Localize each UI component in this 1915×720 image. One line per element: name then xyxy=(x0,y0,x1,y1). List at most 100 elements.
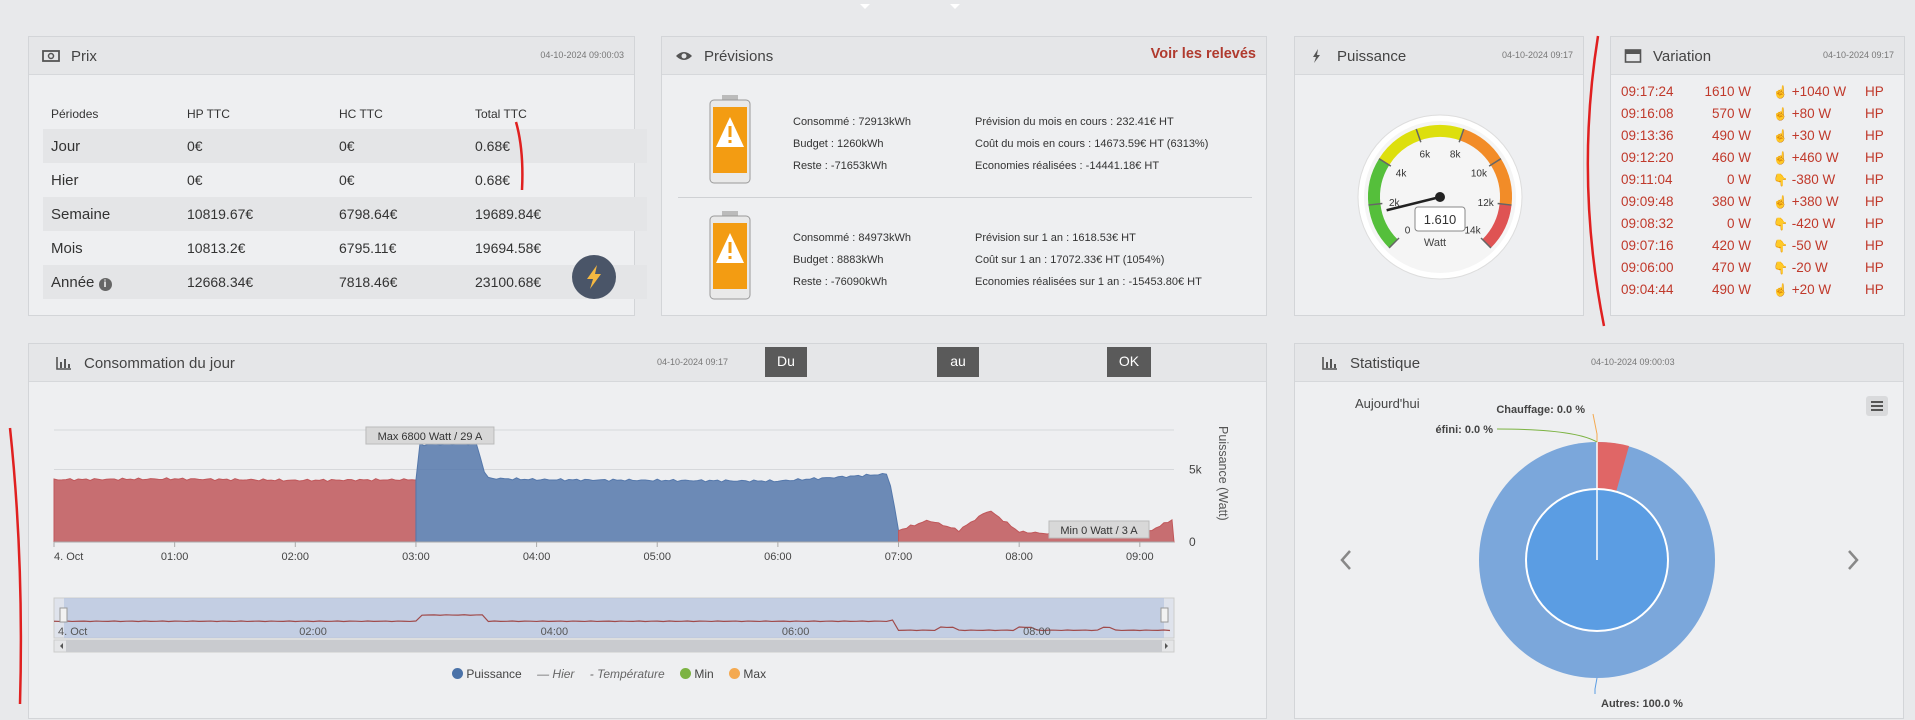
delta-value: +20 W xyxy=(1791,281,1832,297)
variation-power: 490 W xyxy=(1711,127,1751,143)
prix-panel: Prix 04-10-2024 09:00:03 Périodes HP TTC… xyxy=(28,36,647,316)
hc-cell: 6795.11€ xyxy=(339,240,397,256)
navigator-tick-label: 08:00 xyxy=(1023,626,1051,638)
eye-icon xyxy=(676,52,692,60)
delta-value: +80 W xyxy=(1791,105,1832,121)
prix-table: Périodes HP TTC HC TTC Total TTC Jour 0€ 0… xyxy=(43,99,647,299)
x-tick-label: 06:00 xyxy=(764,551,792,563)
legend-puissance[interactable]: Puissance xyxy=(452,667,522,681)
ok-button[interactable]: OK xyxy=(1107,347,1151,377)
gauge-value: 1.610 xyxy=(1424,212,1457,227)
collapse-arrow-icon[interactable] xyxy=(860,4,870,9)
variation-power: 1610 W xyxy=(1704,83,1751,99)
x-tick-label: 01:00 xyxy=(161,551,189,563)
hand-up-icon: ☝ xyxy=(1773,194,1788,209)
period-cell: Semaine xyxy=(51,205,111,223)
period-cell-annee: Année i xyxy=(43,265,179,299)
lightning-icon xyxy=(587,265,601,289)
variation-time: 09:13:36 xyxy=(1621,127,1674,143)
navigator-handle-left xyxy=(59,607,68,623)
legend-label: Puissance xyxy=(466,667,522,681)
variation-table: 09:17:24 1610 W ☝ +1040 W HP 09:16:08 570 W ☝ … xyxy=(1621,80,1884,300)
variation-delta: 👇 -20 W xyxy=(1773,256,1865,278)
hand-up-icon: ☝ xyxy=(1773,128,1788,143)
divider xyxy=(678,197,1252,198)
consommation-date: 04-10-2024 09:17 xyxy=(657,357,729,367)
block1-left: Consommé : 72913kWh Budget : 1260kWh Res… xyxy=(793,111,911,177)
variation-time: 09:11:04 xyxy=(1621,171,1673,187)
total-cell: 19689.84€ xyxy=(475,206,542,222)
hc-cell: 7818.46€ xyxy=(339,274,398,290)
hp-cell: 0€ xyxy=(187,172,203,188)
legend-label: Max xyxy=(743,667,767,681)
next-arrow-icon[interactable] xyxy=(1846,549,1860,571)
prix-title: Prix xyxy=(71,48,97,65)
consommation-title: Consommation du jour xyxy=(84,355,235,372)
total-cell: 23100.68€ xyxy=(475,274,542,290)
hc-cell: 0€ xyxy=(339,138,355,154)
variation-header: Variation 04-10-2024 09:17 xyxy=(1611,37,1904,75)
collapse-arrow-icon[interactable] xyxy=(950,4,960,9)
table-row: Année i 12668.34€ 7818.46€ 23100.68€ xyxy=(43,265,647,299)
hand-down-icon: 👇 xyxy=(1773,238,1788,253)
variation-delta: 👇 -420 W xyxy=(1773,212,1865,234)
cout-text: Coût sur 1 an : 17072.33€ HT (1054%) xyxy=(975,254,1165,266)
money-icon xyxy=(42,50,60,62)
legend-dot-icon xyxy=(729,668,741,679)
legend-hier[interactable]: — Hier xyxy=(537,667,574,681)
bolt-icon xyxy=(1313,49,1320,63)
variation-row: 09:16:08 570 W ☝ +80 W HP xyxy=(1621,102,1884,124)
voir-releves-link[interactable]: Voir les relevés xyxy=(1151,46,1256,62)
label-indefini: Indéfini: 0.0 % xyxy=(1435,424,1493,436)
hp-cell: 12668.34€ xyxy=(187,274,254,290)
variation-time: 09:04:44 xyxy=(1621,281,1674,297)
variation-row: 09:04:44 490 W ☝ +20 W HP xyxy=(1621,278,1884,300)
previsions-title: Prévisions xyxy=(704,48,774,65)
info-icon[interactable]: i xyxy=(98,277,112,291)
variation-tarif: HP xyxy=(1865,281,1884,297)
menu-icon[interactable] xyxy=(1866,396,1888,416)
navigator-tick-label: 06:00 xyxy=(782,626,810,638)
variation-tarif: HP xyxy=(1865,171,1884,187)
legend-max[interactable]: Max xyxy=(729,667,766,681)
block2-left: Consommé : 84973kWh Budget : 8883kWh Res… xyxy=(793,227,911,293)
hand-up-icon: ☝ xyxy=(1773,282,1788,297)
calendar-icon xyxy=(1624,49,1642,63)
delta-value: -380 W xyxy=(1791,171,1836,187)
variation-row: 09:09:48 380 W ☝ +380 W HP xyxy=(1621,190,1884,212)
lightning-button[interactable] xyxy=(572,255,616,299)
block1-right: Prévision du mois en cours : 232.41€ HT … xyxy=(975,111,1208,177)
au-button[interactable]: au xyxy=(937,347,979,377)
variation-time: 09:17:24 xyxy=(1621,83,1674,99)
power-gauge: 02k4k6k 8k10k12k14k 1.610 Watt xyxy=(1357,114,1523,280)
variation-panel: Variation 04-10-2024 09:17 09:17:24 1610 … xyxy=(1610,36,1905,316)
budget-text: Budget : 8883kWh xyxy=(793,254,884,266)
prev-arrow-icon[interactable] xyxy=(1339,549,1353,571)
x-tick-label: 02:00 xyxy=(282,551,310,563)
hp-cell: 0€ xyxy=(187,138,203,154)
period-cell: Mois xyxy=(51,239,83,257)
variation-time: 09:12:20 xyxy=(1621,149,1674,165)
hand-up-icon: ☝ xyxy=(1773,84,1788,99)
variation-time: 09:08:32 xyxy=(1621,215,1674,231)
hc-cell: 0€ xyxy=(339,172,355,188)
legend-label: Hier xyxy=(552,667,575,681)
legend-min[interactable]: Min xyxy=(680,667,714,681)
navigator-tick-label: 02:00 xyxy=(299,626,327,638)
navigator-tick-label: 4. Oct xyxy=(58,626,87,638)
navigator-scrollbar-thumb xyxy=(66,640,1162,652)
variation-power: 0 W xyxy=(1726,215,1751,231)
puissance-panel: Puissance 04-10-2024 09:17 0 2k 4k 6k 8k 10k 1… xyxy=(1294,36,1584,316)
legend-label: Température xyxy=(597,667,665,681)
x-tick-label: 04:00 xyxy=(523,551,551,563)
hp-cell: 10819.67€ xyxy=(187,206,254,222)
navigator-handle-right xyxy=(1160,607,1169,623)
variation-delta: 👇 -50 W xyxy=(1773,234,1865,256)
y-tick-label: 5k xyxy=(1189,463,1203,477)
variation-row: 09:11:04 0 W 👇 -380 W HP xyxy=(1621,168,1884,190)
du-button[interactable]: Du xyxy=(765,347,807,377)
variation-delta: ☝ +80 W xyxy=(1773,102,1865,124)
warning-battery-icon xyxy=(709,95,751,184)
hand-down-icon: 👇 xyxy=(1773,172,1788,187)
legend-temperature[interactable]: - Température xyxy=(590,667,665,681)
